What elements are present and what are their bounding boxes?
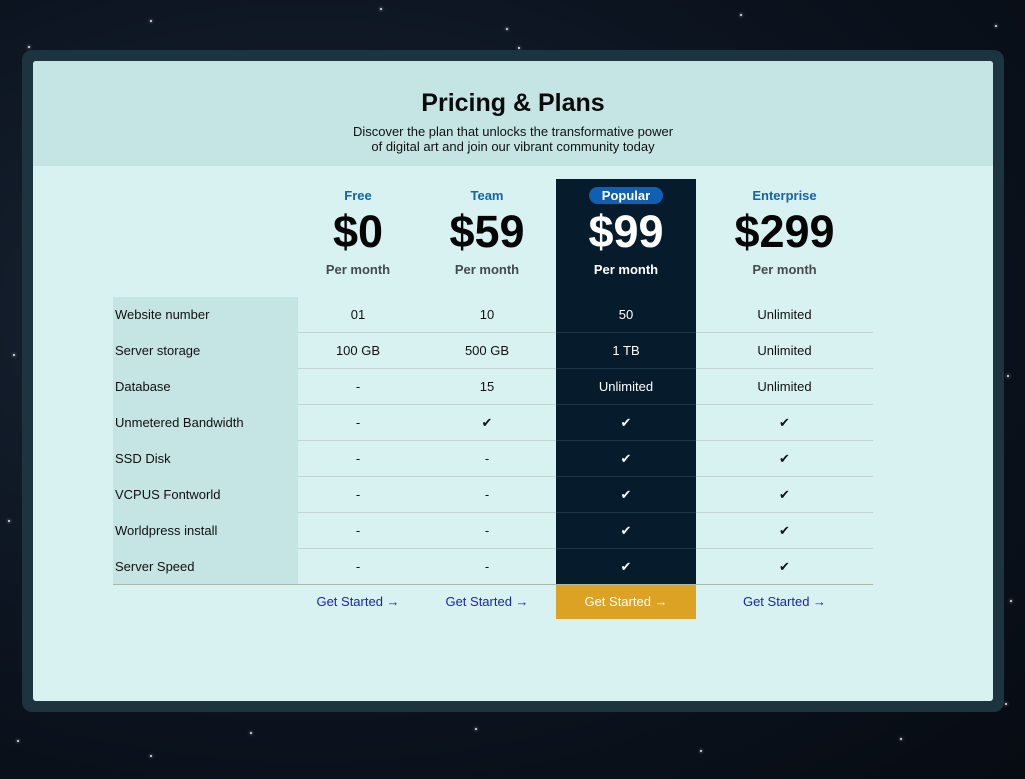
page-subtitle: Discover the plan that unlocks the trans… (33, 124, 993, 154)
feature-value-team: 500 GB (464, 343, 510, 358)
plan-period-popular: Per month (593, 262, 659, 277)
get-started-button-enterprise[interactable]: Get Started → (696, 585, 873, 619)
feature-label: Server storage (115, 343, 201, 358)
feature-value-free: - (355, 451, 361, 466)
get-started-button-team[interactable]: Get Started → (418, 585, 556, 619)
feature-value-enterprise: ✔ (779, 559, 790, 574)
plan-period-free: Per month (325, 262, 391, 277)
feature-value-free: - (355, 523, 361, 538)
feature-value-enterprise: ✔ (779, 415, 790, 430)
feature-value-popular: ✔ (620, 487, 632, 502)
feature-value-team: 15 (479, 379, 495, 394)
feature-value-popular: Unlimited (598, 379, 654, 394)
feature-value-enterprise: Unlimited (757, 343, 812, 358)
feature-value-popular: 1 TB (612, 343, 640, 358)
feature-value-free: - (355, 487, 361, 502)
plan-name-free: Free (344, 188, 372, 203)
feature-value-free: - (355, 379, 361, 394)
feature-value-popular: ✔ (620, 559, 632, 574)
plan-header-popular: Popular $99 Per month (556, 179, 696, 277)
feature-label: Database (115, 379, 171, 394)
feature-value-team: - (484, 451, 490, 466)
page-title: Pricing & Plans (421, 89, 605, 117)
popular-badge: Popular (588, 187, 664, 204)
table-row: Server Speed - - ✔ ✔ (113, 549, 873, 585)
feature-value-free: - (355, 559, 361, 574)
feature-value-team: 10 (479, 307, 495, 322)
plan-name-team: Team (470, 188, 504, 203)
feature-value-enterprise: ✔ (779, 451, 790, 466)
plan-header-free: Free $0 Per month (298, 179, 418, 277)
plan-header-team: Team $59 Per month (418, 179, 556, 277)
subtitle-line-1: Discover the plan that unlocks the trans… (352, 124, 674, 139)
plan-price-free: $0 (332, 206, 384, 257)
table-row: SSD Disk - - ✔ ✔ (113, 441, 873, 477)
feature-value-enterprise: Unlimited (757, 379, 812, 394)
feature-value-team: - (484, 523, 490, 538)
feature-value-popular: ✔ (620, 523, 632, 538)
feature-label: Worldpress install (115, 523, 218, 538)
plan-price-enterprise: $299 (734, 206, 835, 257)
feature-label: SSD Disk (115, 451, 171, 466)
plan-name-enterprise: Enterprise (752, 188, 817, 203)
get-started-button-free[interactable]: Get Started → (298, 585, 418, 619)
plan-header-enterprise: Enterprise $299 Per month (696, 179, 873, 277)
feature-label: Server Speed (115, 559, 195, 574)
feature-value-team: - (484, 487, 490, 502)
feature-value-team: ✔ (481, 415, 493, 430)
table-row: Database - 15 Unlimited Unlimited (113, 369, 873, 405)
plan-period-team: Per month (454, 262, 520, 277)
feature-value-free: - (355, 415, 361, 430)
feature-label: Unmetered Bandwidth (115, 415, 244, 430)
feature-label: VCPUS Fontworld (115, 487, 221, 502)
plan-price-popular: $99 (588, 206, 664, 257)
feature-value-enterprise: ✔ (779, 487, 790, 502)
feature-value-enterprise: ✔ (779, 523, 790, 538)
subtitle-line-2: of digital art and join our vibrant comm… (371, 139, 655, 154)
feature-label: Website number (115, 307, 210, 322)
table-row: Worldpress install - - ✔ ✔ (113, 513, 873, 549)
feature-value-popular: ✔ (620, 415, 632, 430)
feature-value-popular: 50 (618, 307, 634, 322)
plan-price-team: $59 (449, 206, 525, 257)
pricing-header: Pricing & Plans Discover the plan that u… (33, 61, 993, 166)
feature-value-team: - (484, 559, 490, 574)
table-row: Unmetered Bandwidth - ✔ ✔ ✔ (113, 405, 873, 441)
table-row: VCPUS Fontworld - - ✔ ✔ (113, 477, 873, 513)
feature-value-popular: ✔ (620, 451, 632, 466)
plan-period-enterprise: Per month (752, 262, 817, 277)
feature-value-enterprise: Unlimited (757, 307, 812, 322)
feature-value-free: 01 (350, 307, 366, 322)
pricing-panel: Pricing & Plans Discover the plan that u… (33, 61, 993, 701)
table-row: Website number 01 10 50 Unlimited (113, 297, 873, 333)
get-started-button-popular[interactable]: Get Started → (556, 585, 696, 619)
feature-value-free: 100 GB (335, 343, 381, 358)
table-row: Server storage 100 GB 500 GB 1 TB Unlimited (113, 333, 873, 369)
